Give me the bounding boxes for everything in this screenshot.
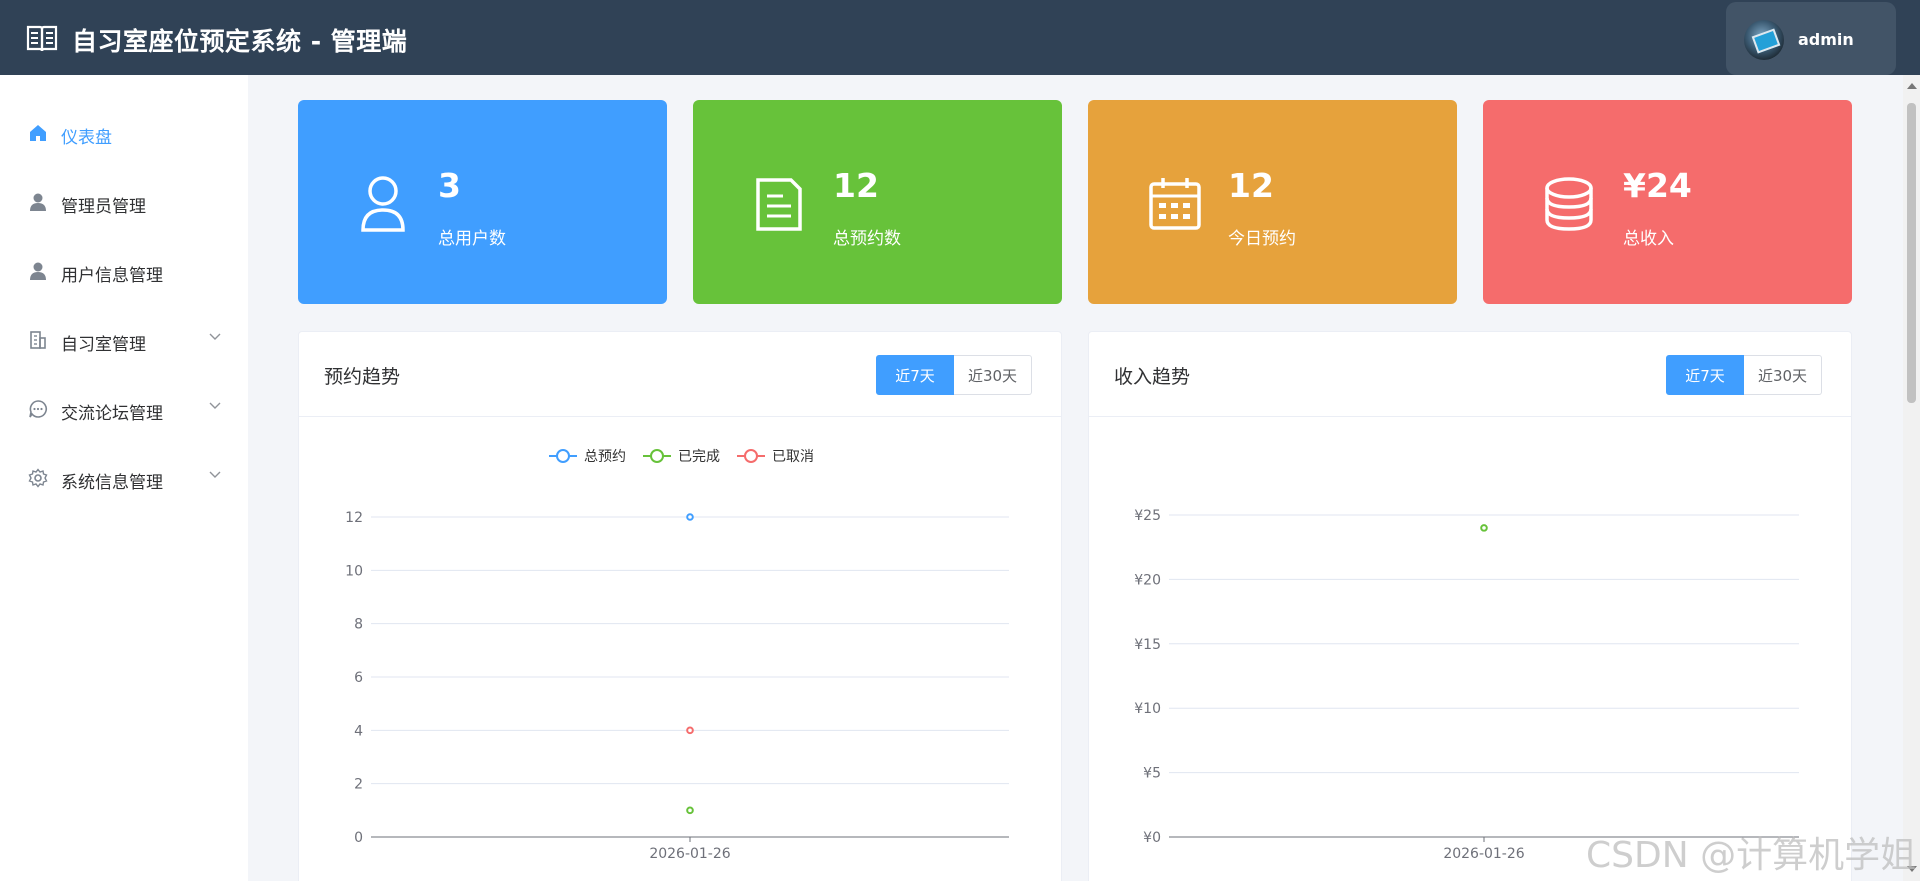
stat-label: 总收入 (1623, 229, 1674, 249)
app-title: 自习室座位预定系统 - 管理端 (72, 27, 408, 56)
gear-icon (28, 468, 48, 488)
legend-label: 已取消 (772, 449, 814, 465)
stat-card-today: 12 今日预约 (1088, 100, 1457, 304)
sidebar-item-label: 仪表盘 (61, 128, 112, 148)
top-header: 自习室座位预定系统 - 管理端 admin (0, 0, 1920, 75)
legend-marker (556, 449, 570, 463)
scroll-thumb[interactable] (1907, 103, 1916, 403)
data-point (686, 726, 694, 735)
sidebar-item-label: 交流论坛管理 (61, 404, 163, 424)
income-trend-chart: ¥0 ¥5 ¥10 ¥15 ¥20 ¥25 2026-01-26 (1134, 508, 1799, 862)
stat-value: 12 (1228, 166, 1274, 205)
income-trend-panel: 收入趋势 近7天 近30天 ¥0 ¥5 ¥10 ¥15 ¥20 ¥25 2026-01-26 (1088, 331, 1852, 881)
watermark: CSDN @计算机学姐 (1586, 835, 1917, 876)
stat-card-income: ¥24 总收入 (1483, 100, 1852, 304)
x-tick-label: 2026-01-26 (649, 846, 730, 862)
data-point (686, 513, 694, 521)
sidebar-item-study-room[interactable]: 自习室管理 (0, 320, 248, 360)
sidebar: 仪表盘 管理员管理 用户信息管理 自习室管理 交流论坛管理 系统信息管理 (0, 75, 248, 881)
stat-label: 今日预约 (1228, 229, 1296, 249)
y-tick-label: ¥15 (1134, 637, 1161, 653)
user-menu[interactable]: admin (1726, 2, 1896, 75)
user-name: admin (1798, 30, 1854, 49)
y-tick-label: ¥5 (1143, 766, 1161, 782)
chat-icon (29, 400, 47, 418)
data-point (686, 806, 694, 815)
y-tick-label: ¥0 (1143, 830, 1161, 846)
stat-value: 12 (833, 166, 879, 205)
sidebar-item-dashboard[interactable]: 仪表盘 (0, 113, 248, 153)
chevron-down-icon (209, 402, 221, 409)
booking-trend-panel: 预约趋势 近7天 近30天 0 2 4 6 8 10 12 2026-01-26 总预约 已完成已… (298, 331, 1062, 881)
sidebar-item-forum[interactable]: 交流论坛管理 (0, 389, 248, 429)
stat-value: ¥24 (1623, 166, 1692, 205)
stat-card-bookings: 12 总预约数 (693, 100, 1062, 304)
y-tick-label: 10 (345, 563, 363, 579)
stat-label: 总用户数 (438, 229, 506, 249)
building-icon (30, 331, 46, 349)
stat-card-users: 3 总用户数 (298, 100, 667, 304)
sidebar-item-label: 用户信息管理 (61, 266, 163, 286)
book-icon (26, 25, 58, 52)
home-icon (30, 125, 46, 141)
calendar-icon (1149, 178, 1201, 230)
avatar (1744, 20, 1784, 60)
sidebar-item-label: 自习室管理 (61, 335, 146, 355)
document-icon (756, 178, 802, 231)
x-tick-label: 2026-01-26 (1443, 846, 1524, 862)
chevron-down-icon (209, 471, 221, 478)
legend-marker (650, 449, 664, 463)
booking-trend-chart: 0 2 4 6 8 10 12 2026-01-26 总预约 已完成 已取消 (345, 449, 1009, 862)
sidebar-item-label: 系统信息管理 (61, 473, 163, 493)
scroll-up-arrow-icon[interactable] (1907, 83, 1917, 89)
sidebar-item-system[interactable]: 系统信息管理 (0, 458, 248, 498)
y-tick-label: 8 (354, 617, 363, 633)
sidebar-item-users[interactable]: 用户信息管理 (0, 251, 248, 291)
legend-label: 总预约 (584, 449, 626, 465)
page-scrollbar[interactable] (1903, 75, 1920, 881)
y-tick-label: 12 (345, 510, 363, 526)
y-tick-label: 2 (354, 777, 363, 793)
legend-label: 已完成 (678, 449, 720, 465)
chevron-down-icon (209, 333, 221, 340)
user-icon (30, 262, 46, 280)
y-tick-label: ¥20 (1134, 572, 1161, 588)
coins-icon (1545, 177, 1593, 231)
y-tick-label: 0 (354, 830, 363, 846)
data-point (1480, 524, 1488, 532)
user-icon (30, 193, 46, 211)
legend-marker (744, 449, 758, 463)
stat-label: 总预约数 (833, 229, 901, 249)
y-tick-label: 4 (354, 723, 363, 739)
stat-value: 3 (438, 166, 461, 205)
y-tick-label: ¥25 (1134, 508, 1161, 524)
user-icon (361, 176, 405, 232)
y-tick-label: 6 (354, 670, 363, 686)
y-tick-label: ¥10 (1134, 701, 1161, 717)
sidebar-item-label: 管理员管理 (61, 197, 146, 217)
sidebar-item-admin[interactable]: 管理员管理 (0, 182, 248, 222)
